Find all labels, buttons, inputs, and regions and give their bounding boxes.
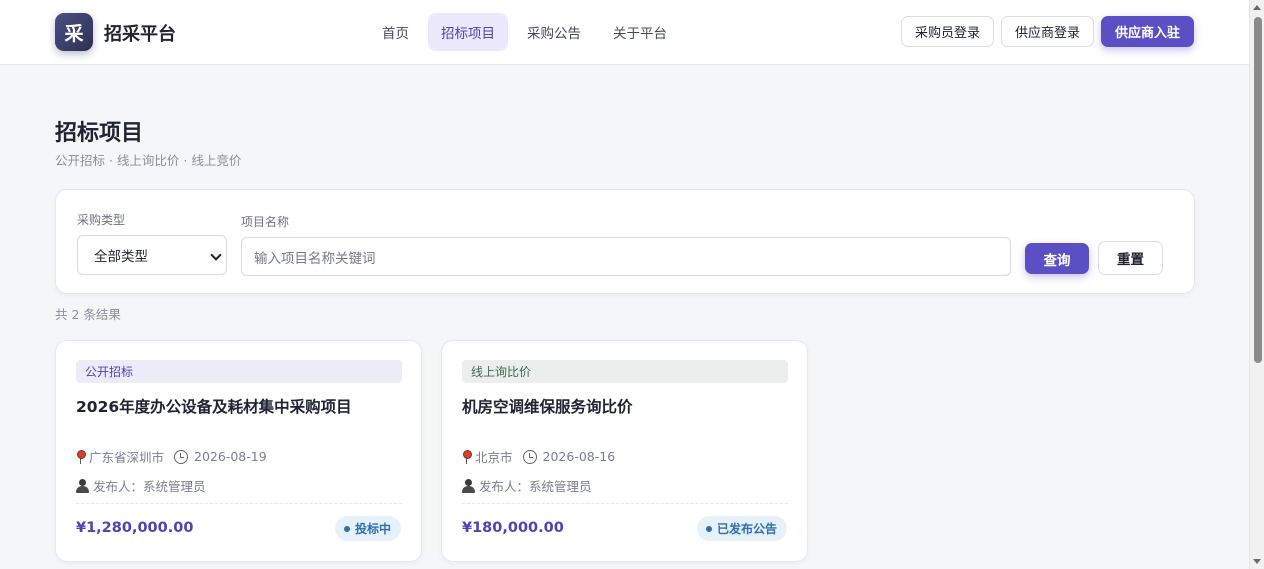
chevron-down-icon: [210, 249, 222, 261]
name-label: 项目名称: [241, 215, 290, 229]
project-publisher: 发布人：系统管理员: [93, 479, 206, 494]
status-dot-icon: [705, 525, 712, 532]
project-date: 2026-08-16: [542, 449, 616, 464]
project-price: ¥180,000.00: [462, 520, 564, 536]
project-date: 2026-08-19: [194, 449, 267, 464]
status-text: 投标中: [354, 522, 391, 536]
brand-name[interactable]: 招采平台: [104, 20, 176, 46]
project-type-tag: 公开招标: [76, 360, 402, 383]
logo[interactable]: 采: [55, 13, 93, 51]
result-count: 共 2 条结果: [55, 307, 121, 322]
status-badge: 投标中: [334, 516, 401, 541]
user-icon: [76, 478, 89, 493]
project-name-placeholder: 输入项目名称关键词: [254, 250, 376, 267]
location-pin-icon: [462, 449, 472, 464]
project-publisher-row: 发布人：系统管理员: [462, 476, 592, 495]
nav-home[interactable]: 首页: [369, 13, 422, 51]
project-price: ¥1,280,000.00: [76, 520, 194, 536]
clock-icon: [174, 449, 189, 464]
page-subtitle: 公开招标 · 线上询比价 · 线上竞价: [55, 153, 242, 168]
location-pin-icon: [76, 449, 86, 464]
project-name-input[interactable]: 输入项目名称关键词: [241, 237, 1011, 276]
status-badge: 已发布公告: [696, 516, 787, 541]
scroll-down-arrow-icon[interactable]: [1253, 559, 1261, 564]
card-divider: [462, 503, 788, 504]
clock-icon: [522, 449, 537, 464]
scroll-up-arrow-icon[interactable]: [1253, 5, 1261, 10]
header-actions: 采购员登录 供应商登录 供应商入驻: [900, 16, 1194, 47]
project-title[interactable]: 机房空调维保服务询比价: [462, 395, 633, 417]
card-divider: [76, 503, 402, 504]
supplier-login-button[interactable]: 供应商登录: [1000, 16, 1094, 47]
project-location: 广东省深圳市: [89, 450, 165, 465]
vertical-scrollbar[interactable]: [1249, 0, 1264, 569]
status-dot-icon: [343, 525, 350, 532]
project-meta: 北京市 2026-08-16: [462, 447, 615, 466]
procurement-type-value: 全部类型: [94, 249, 148, 265]
project-type-tag: 线上询比价: [462, 360, 788, 383]
status-text: 已发布公告: [716, 522, 777, 536]
project-publisher-row: 发布人：系统管理员: [76, 476, 206, 495]
project-location: 北京市: [475, 450, 513, 465]
query-button[interactable]: 查询: [1025, 243, 1089, 274]
main-nav: 首页 招标项目 采购公告 关于平台: [369, 13, 680, 51]
user-icon: [462, 478, 475, 493]
procurement-type-select[interactable]: 全部类型: [77, 235, 227, 275]
filter-panel: 采购类型 全部类型 项目名称 输入项目名称关键词 查询 重置: [55, 189, 1195, 294]
nav-about[interactable]: 关于平台: [600, 13, 680, 51]
project-meta: 广东省深圳市 2026-08-19: [76, 447, 267, 466]
project-card[interactable]: 线上询比价 机房空调维保服务询比价 北京市 2026-08-16 发布人：系统管…: [441, 340, 808, 562]
supplier-register-button[interactable]: 供应商入驻: [1100, 16, 1194, 47]
buyer-login-button[interactable]: 采购员登录: [900, 16, 994, 47]
nav-bidding-projects[interactable]: 招标项目: [428, 13, 508, 51]
top-header: 采 招采平台 首页 招标项目 采购公告 关于平台 采购员登录 供应商登录 供应商…: [0, 0, 1249, 65]
reset-button[interactable]: 重置: [1098, 241, 1163, 275]
project-title[interactable]: 2026年度办公设备及耗材集中采购项目: [76, 395, 352, 417]
nav-procurement-notices[interactable]: 采购公告: [514, 13, 594, 51]
project-publisher: 发布人：系统管理员: [479, 479, 592, 494]
page-title: 招标项目: [55, 121, 144, 146]
scrollbar-thumb[interactable]: [1254, 17, 1262, 363]
type-label: 采购类型: [77, 213, 126, 227]
project-card[interactable]: 公开招标 2026年度办公设备及耗材集中采购项目 广东省深圳市 2026-08-…: [55, 340, 422, 562]
